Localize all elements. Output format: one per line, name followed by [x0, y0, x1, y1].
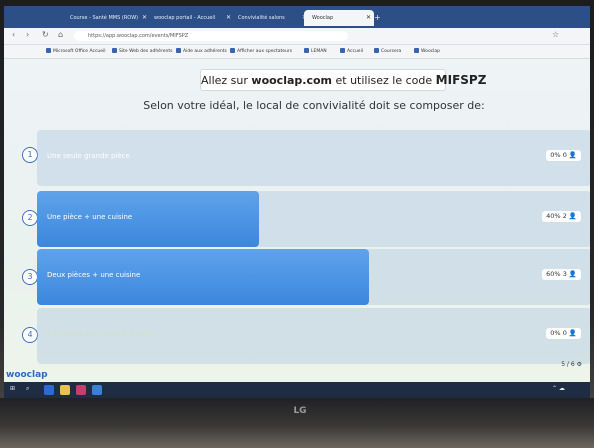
answer-percent: 0% [550, 151, 561, 159]
answer-bar: Une pièce avec cuisine ouverte 0% 0 👤 [37, 308, 590, 364]
answer-bar: Une pièce + une cuisine 40% 2 👤 [37, 191, 590, 247]
answer-label: Deux pièces + une cuisine [47, 271, 141, 279]
answer-votes: 0 [562, 329, 567, 337]
search-icon[interactable]: ⌕ [26, 385, 29, 393]
answer-label: Une pièce avec cuisine ouverte [47, 330, 157, 338]
bookmark-item[interactable]: LEMAN [304, 48, 327, 54]
answer-percent: 40% [546, 212, 561, 220]
person-icon: 👤 [568, 212, 577, 220]
browser-tab[interactable]: wooclap portail - Accueil ✕ [146, 10, 234, 26]
answer-bar: Deux pièces + une cuisine 60% 3 👤 [37, 249, 590, 305]
bookmark-icon [230, 48, 235, 53]
bookmark-item[interactable]: Wooclap [414, 48, 440, 54]
app-icon[interactable] [76, 385, 86, 395]
answer-stat: 40% 2 👤 [542, 211, 581, 222]
home-icon[interactable]: ⌂ [58, 30, 63, 39]
monitor-screen: Course - Santé MMS (ROW) ✕ wooclap porta… [4, 6, 590, 398]
forward-icon[interactable]: › [26, 30, 29, 39]
question-title: Selon votre idéal, le local de convivial… [143, 99, 485, 112]
answer-percent: 60% [546, 270, 561, 278]
answer-votes: 0 [562, 151, 567, 159]
person-icon: 👤 [568, 329, 577, 337]
bookmark-item[interactable]: Aide aux adhérents [176, 48, 227, 54]
bookmark-icon [304, 48, 309, 53]
bookmark-icon [112, 48, 117, 53]
browser-tab-bar: Course - Santé MMS (ROW) ✕ wooclap porta… [4, 6, 590, 28]
settings-icon[interactable]: ⚙ [577, 361, 582, 368]
system-tray-icon[interactable]: ⌃ ☁ [552, 385, 565, 392]
bookmark-item[interactable]: Site Web des adhérents [112, 48, 172, 54]
bookmark-icon [340, 48, 345, 53]
wooclap-logo: wooclap [6, 370, 48, 380]
answer-number: 1 [22, 147, 38, 163]
answer-number: 2 [22, 210, 38, 226]
browser-tab[interactable]: Course - Santé MMS (ROW) ✕ [62, 10, 150, 26]
answer-stat: 60% 3 👤 [542, 269, 581, 280]
address-bar-row: ‹ › ↻ ⌂ https://app.wooclap.com/events/M… [4, 28, 590, 45]
answer-votes: 3 [562, 270, 567, 278]
url-field[interactable]: https://app.wooclap.com/events/MIFSPZ [74, 31, 348, 41]
bookmark-icon [46, 48, 51, 53]
browser-tab[interactable]: Convivialité salons ✕ [230, 10, 310, 26]
back-icon[interactable]: ‹ [12, 30, 15, 39]
edge-icon[interactable] [44, 385, 54, 395]
wooclap-results-page: Allez sur wooclap.com et utilisez le cod… [4, 59, 590, 382]
answer-number: 4 [22, 327, 38, 343]
answer-stat: 0% 0 👤 [546, 328, 581, 339]
person-icon: 👤 [568, 270, 577, 278]
browser-tab-active[interactable]: Wooclap ✕ [304, 10, 374, 26]
refresh-icon[interactable]: ↻ [42, 30, 49, 39]
answer-percent: 0% [550, 329, 561, 337]
answer-label: Une seule grande pièce [47, 152, 130, 160]
file-explorer-icon[interactable] [60, 385, 70, 395]
join-banner: Allez sur wooclap.com et utilisez le cod… [200, 69, 486, 91]
person-icon: 👤 [568, 151, 577, 159]
bookmark-icon [374, 48, 379, 53]
browser-icon[interactable] [92, 385, 102, 395]
bookmark-item[interactable]: Accueil [340, 48, 363, 54]
favorite-star-icon[interactable]: ☆ [552, 30, 559, 39]
bookmarks-bar: Microsoft Office Accueil Site Web des ad… [4, 45, 590, 59]
bookmark-item[interactable]: Microsoft Office Accueil [46, 48, 106, 54]
answer-votes: 2 [562, 212, 567, 220]
bookmark-item[interactable]: Afficher aux spectateurs [230, 48, 292, 54]
question-pager[interactable]: 5 / 6 ⚙ [561, 361, 582, 368]
windows-start-icon[interactable]: ⊞ [10, 385, 15, 392]
answer-bar: Une seule grande pièce 0% 0 👤 [37, 130, 590, 186]
bookmark-icon [176, 48, 181, 53]
close-icon[interactable]: ✕ [366, 10, 371, 26]
bookmark-item[interactable]: Coursera [374, 48, 401, 54]
answer-stat: 0% 0 👤 [546, 150, 581, 161]
answer-number: 3 [22, 269, 38, 285]
new-tab-icon[interactable]: + [372, 10, 386, 26]
bookmark-icon [414, 48, 419, 53]
monitor-logo: LG [293, 406, 307, 416]
windows-taskbar: ⊞ ⌕ ⌃ ☁ [4, 382, 590, 398]
answer-label: Une pièce + une cuisine [47, 213, 133, 221]
